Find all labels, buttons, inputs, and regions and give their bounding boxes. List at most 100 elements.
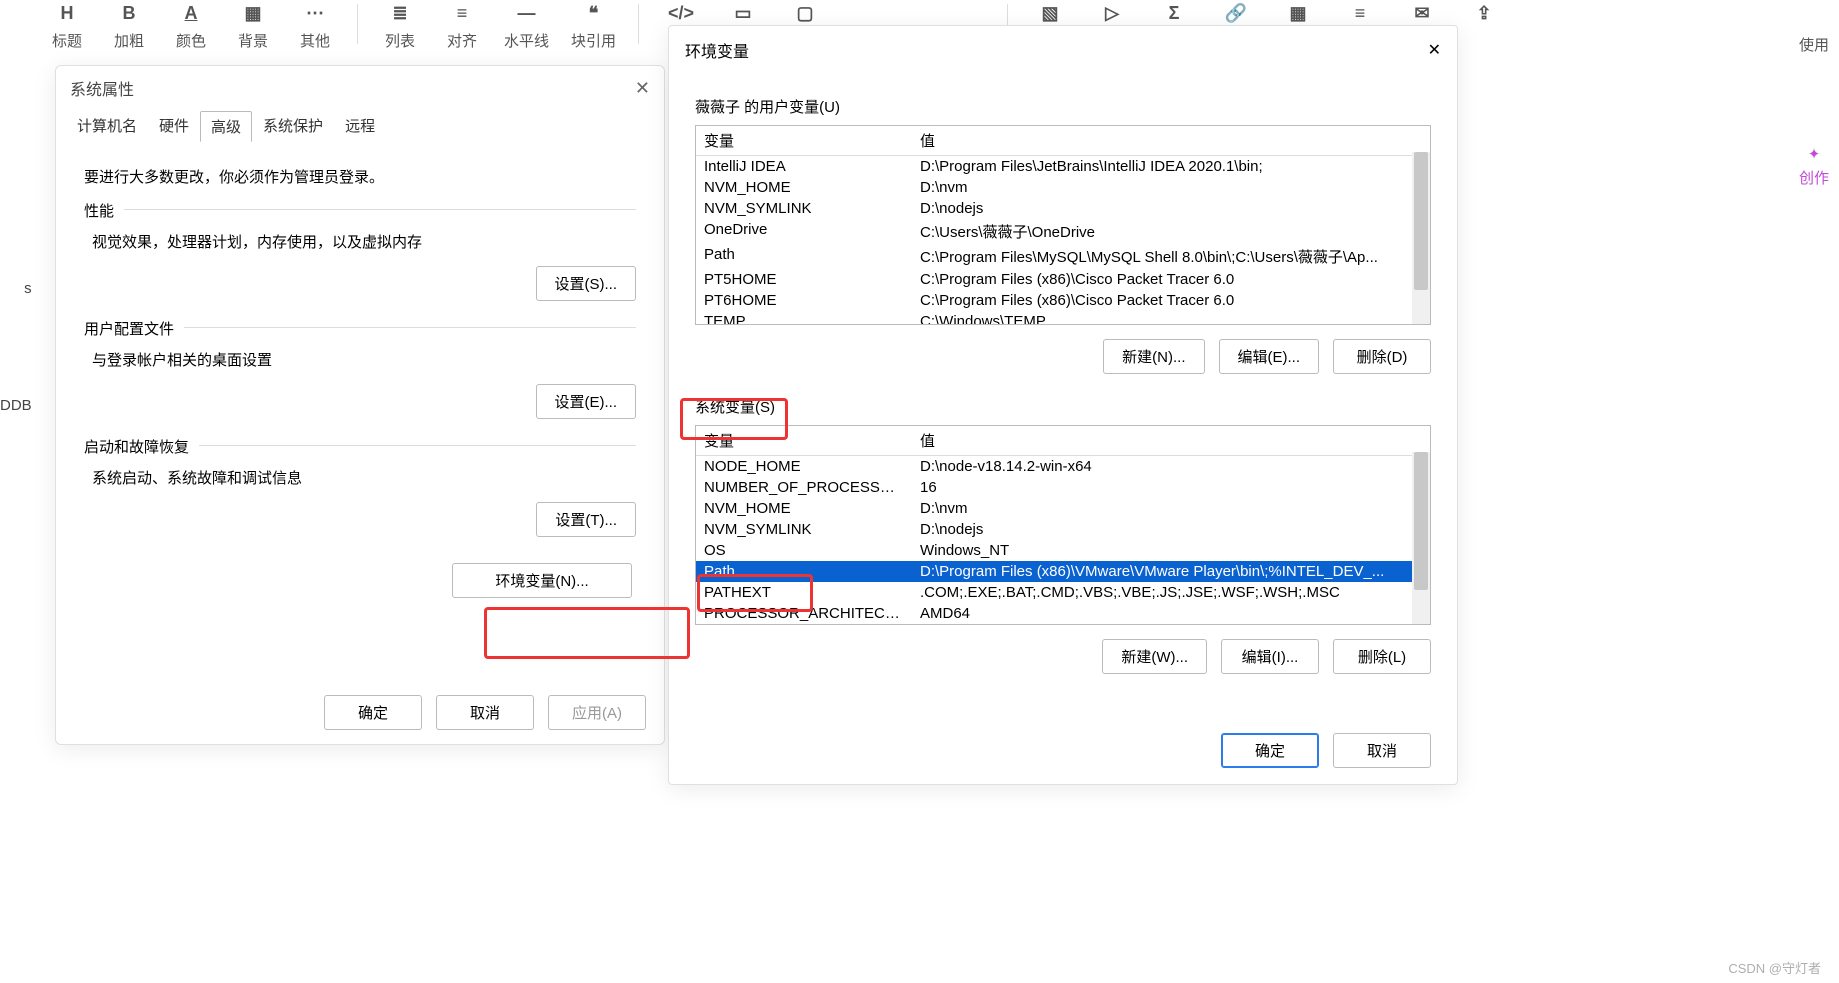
- system-vars-list[interactable]: 变量 值 NODE_HOMED:\node-v18.14.2-win-x64NU…: [695, 425, 1431, 625]
- cell-var: NVM_SYMLINK: [696, 198, 912, 219]
- table-row[interactable]: PathC:\Program Files\MySQL\MySQL Shell 8…: [696, 244, 1430, 269]
- cancel-button[interactable]: 取消: [436, 695, 534, 730]
- toolbar-hr[interactable]: —水平线: [504, 0, 549, 51]
- col-value[interactable]: 值: [912, 126, 1430, 155]
- cell-var: IntelliJ IDEA: [696, 156, 912, 177]
- list-icon: ≣: [387, 0, 413, 26]
- user-delete-button[interactable]: 删除(D): [1333, 339, 1431, 374]
- bold-icon: B: [116, 0, 142, 26]
- sys-new-button[interactable]: 新建(W)...: [1102, 639, 1207, 674]
- table-row[interactable]: NVM_SYMLINKD:\nodejs: [696, 519, 1430, 540]
- table-row[interactable]: IntelliJ IDEAD:\Program Files\JetBrains\…: [696, 156, 1430, 177]
- close-button[interactable]: ✕: [1428, 40, 1441, 60]
- table-row[interactable]: TEMPC:\Windows\TEMP: [696, 311, 1430, 324]
- toolbar-heading[interactable]: H标题: [47, 0, 87, 51]
- toolbar-table[interactable]: ▢: [785, 0, 825, 26]
- table-row[interactable]: OSWindows_NT: [696, 540, 1430, 561]
- toolbar-other[interactable]: ⋯其他: [295, 0, 335, 51]
- hr-icon: —: [514, 0, 540, 26]
- toolbar-link[interactable]: 🔗: [1216, 0, 1256, 26]
- toolbar-background[interactable]: ▦背景: [233, 0, 273, 51]
- user-profiles-settings-button[interactable]: 设置(E)...: [536, 384, 637, 419]
- sys-delete-button[interactable]: 删除(L): [1333, 639, 1431, 674]
- user-profiles-group: 用户配置文件 与登录帐户相关的桌面设置 设置(E)...: [84, 327, 636, 435]
- link-icon: 🔗: [1223, 0, 1249, 26]
- watermark: CSDN @守灯者: [1728, 958, 1821, 977]
- col-variable[interactable]: 变量: [696, 426, 912, 455]
- table-row[interactable]: PATHEXT.COM;.EXE;.BAT;.CMD;.VBS;.VBE;.JS…: [696, 582, 1430, 603]
- admin-note: 要进行大多数更改，你必须作为管理员登录。: [84, 166, 636, 187]
- toolbar-vote[interactable]: ✉: [1402, 0, 1442, 26]
- toolbar-export[interactable]: ⇪: [1464, 0, 1504, 26]
- table-row[interactable]: OneDriveC:\Users\薇薇子\OneDrive: [696, 219, 1430, 244]
- table-row[interactable]: NVM_SYMLINKD:\nodejs: [696, 198, 1430, 219]
- toolbar-separator: [357, 4, 358, 44]
- toolbar-video[interactable]: ▷: [1092, 0, 1132, 26]
- cell-val: 16: [912, 477, 1430, 498]
- pic-icon: ▧: [1037, 0, 1063, 26]
- cell-val: AMD64: [912, 603, 1430, 624]
- image-icon: ▭: [730, 0, 756, 26]
- environment-variables-button[interactable]: 环境变量(N)...: [452, 563, 632, 598]
- toolbar-formula[interactable]: Σ: [1154, 0, 1194, 26]
- scrollbar[interactable]: [1412, 452, 1430, 624]
- toolbar-toc[interactable]: ≡: [1340, 0, 1380, 26]
- cell-var: Path: [696, 561, 912, 582]
- toolbar-blockquote[interactable]: ❝块引用: [571, 0, 616, 51]
- apply-button[interactable]: 应用(A): [548, 695, 646, 730]
- toolbar-grid[interactable]: ▦: [1278, 0, 1318, 26]
- dialog-title: 环境变量: [685, 38, 749, 62]
- cell-var: NUMBER_OF_PROCESSORS: [696, 477, 912, 498]
- sys-edit-button[interactable]: 编辑(I)...: [1221, 639, 1319, 674]
- toolbar-color[interactable]: A颜色: [171, 0, 211, 51]
- close-button[interactable]: ✕: [635, 78, 650, 99]
- toolbar-image[interactable]: ▭: [723, 0, 763, 26]
- group-title: 性能: [84, 200, 124, 221]
- toolbar-bold[interactable]: B加粗: [109, 0, 149, 51]
- tab-remote[interactable]: 远程: [334, 110, 386, 141]
- tab-system-protection[interactable]: 系统保护: [252, 110, 334, 141]
- table-row[interactable]: PT6HOMEC:\Program Files (x86)\Cisco Pack…: [696, 290, 1430, 311]
- export-icon: ⇪: [1471, 0, 1497, 26]
- scrollbar[interactable]: [1412, 152, 1430, 324]
- table-row[interactable]: NUMBER_OF_PROCESSORS16: [696, 477, 1430, 498]
- tab-advanced[interactable]: 高级: [200, 111, 252, 142]
- startup-settings-button[interactable]: 设置(T)...: [536, 502, 636, 537]
- toolbar-separator: [638, 4, 639, 44]
- table-row[interactable]: PT5HOMEC:\Program Files (x86)\Cisco Pack…: [696, 269, 1430, 290]
- table-row[interactable]: NVM_HOMED:\nvm: [696, 177, 1430, 198]
- cell-var: PROCESSOR_ARCHITECTURE: [696, 603, 912, 624]
- cell-val: C:\Program Files (x86)\Cisco Packet Trac…: [912, 290, 1430, 311]
- col-variable[interactable]: 变量: [696, 126, 912, 155]
- user-vars-title: 薇薇子 的用户变量(U): [695, 96, 1431, 117]
- background-icon: ▦: [240, 0, 266, 26]
- cell-val: .COM;.EXE;.BAT;.CMD;.VBS;.VBE;.JS;.JSE;.…: [912, 582, 1430, 603]
- toolbar-pic[interactable]: ▧: [1030, 0, 1070, 26]
- sparkle-icon: ✦: [1808, 145, 1821, 163]
- performance-settings-button[interactable]: 设置(S)...: [536, 266, 637, 301]
- ok-button[interactable]: 确定: [1221, 733, 1319, 768]
- cell-var: PT6HOME: [696, 290, 912, 311]
- user-edit-button[interactable]: 编辑(E)...: [1219, 339, 1320, 374]
- cell-var: TEMP: [696, 311, 912, 324]
- table-row[interactable]: NVM_HOMED:\nvm: [696, 498, 1430, 519]
- table-row[interactable]: PathD:\Program Files (x86)\VMware\VMware…: [696, 561, 1430, 582]
- system-vars-title: 系统变量(S): [695, 396, 1431, 417]
- user-new-button[interactable]: 新建(N)...: [1103, 339, 1204, 374]
- tab-hardware[interactable]: 硬件: [148, 110, 200, 141]
- toolbar-list[interactable]: ≣列表: [380, 0, 420, 51]
- table-row[interactable]: NODE_HOMED:\node-v18.14.2-win-x64: [696, 456, 1430, 477]
- cell-var: OneDrive: [696, 219, 912, 244]
- tab-computer-name[interactable]: 计算机名: [66, 110, 148, 141]
- environment-variables-dialog: 环境变量 ✕ 薇薇子 的用户变量(U) 变量 值 IntelliJ IDEAD:…: [668, 25, 1458, 785]
- toolbar-align[interactable]: ≡对齐: [442, 0, 482, 51]
- cell-val: D:\nodejs: [912, 198, 1430, 219]
- cancel-button[interactable]: 取消: [1333, 733, 1431, 768]
- toolbar-code[interactable]: </>: [661, 0, 701, 26]
- performance-group: 性能 视觉效果，处理器计划，内存使用，以及虚拟内存 设置(S)...: [84, 209, 636, 317]
- col-value[interactable]: 值: [912, 426, 1430, 455]
- table-row[interactable]: PROCESSOR_ARCHITECTUREAMD64: [696, 603, 1430, 624]
- user-vars-list[interactable]: 变量 值 IntelliJ IDEAD:\Program Files\JetBr…: [695, 125, 1431, 325]
- group-desc: 系统启动、系统故障和调试信息: [92, 467, 636, 488]
- ok-button[interactable]: 确定: [324, 695, 422, 730]
